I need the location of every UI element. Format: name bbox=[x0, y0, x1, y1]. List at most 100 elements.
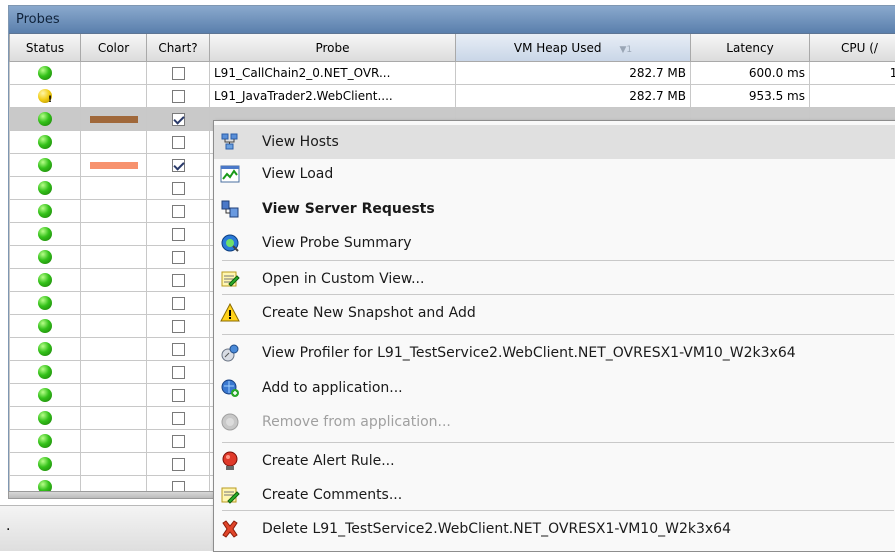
status-cell bbox=[10, 108, 81, 131]
server-requests-icon bbox=[220, 199, 240, 219]
chart-cell bbox=[147, 62, 210, 85]
chart-cell bbox=[147, 407, 210, 430]
menu-item-view-profiler-for-l91-testservice2-webcl[interactable]: View Profiler for L91_TestService2.WebCl… bbox=[214, 336, 895, 370]
status-cell bbox=[10, 223, 81, 246]
status-cell bbox=[10, 384, 81, 407]
chart-checkbox[interactable] bbox=[172, 90, 185, 103]
add-app-icon bbox=[220, 378, 240, 398]
chart-cell bbox=[147, 338, 210, 361]
chart-cell bbox=[147, 223, 210, 246]
status-ok-icon bbox=[38, 296, 52, 310]
color-cell bbox=[81, 476, 147, 493]
status-cell bbox=[10, 177, 81, 200]
delete-icon bbox=[220, 519, 240, 539]
menu-item-delete-l91-testservice2-webclient-net-ov[interactable]: Delete L91_TestService2.WebClient.NET_OV… bbox=[214, 512, 895, 546]
column-header-status[interactable]: Status bbox=[10, 34, 81, 62]
load-chart-icon bbox=[220, 164, 240, 184]
status-ok-icon bbox=[38, 342, 52, 356]
chart-checkbox[interactable] bbox=[172, 136, 185, 149]
remove-app-icon bbox=[220, 412, 240, 432]
chart-checkbox[interactable] bbox=[172, 366, 185, 379]
menu-separator bbox=[222, 442, 894, 443]
color-cell bbox=[81, 315, 147, 338]
status-cell bbox=[10, 292, 81, 315]
chart-cell bbox=[147, 177, 210, 200]
menu-separator bbox=[222, 294, 894, 295]
chart-checkbox[interactable] bbox=[172, 320, 185, 333]
color-cell bbox=[81, 62, 147, 85]
column-header-chart[interactable]: Chart? bbox=[147, 34, 210, 62]
status-cell bbox=[10, 269, 81, 292]
chart-checkbox[interactable] bbox=[172, 412, 185, 425]
status-ok-icon bbox=[38, 227, 52, 241]
chart-cell bbox=[147, 476, 210, 493]
status-cell bbox=[10, 361, 81, 384]
table-row[interactable]: !L91_JavaTrader2.WebClient....282.7 MB95… bbox=[10, 85, 895, 108]
chart-checkbox[interactable] bbox=[172, 67, 185, 80]
chart-checkbox[interactable] bbox=[172, 343, 185, 356]
comments-icon bbox=[220, 485, 240, 505]
status-cell bbox=[10, 246, 81, 269]
chart-checkbox[interactable] bbox=[172, 435, 185, 448]
chart-checkbox[interactable] bbox=[172, 113, 185, 126]
status-ok-icon bbox=[38, 66, 52, 80]
menu-item-view-probe-summary[interactable]: View Probe Summary bbox=[214, 226, 895, 260]
menu-item-create-new-snapshot-and-add[interactable]: Create New Snapshot and Add bbox=[214, 296, 895, 330]
context-menu: View HostsView LoadView Server RequestsV… bbox=[213, 120, 895, 552]
chart-checkbox[interactable] bbox=[172, 182, 185, 195]
chart-checkbox[interactable] bbox=[172, 458, 185, 471]
probe-cell: L91_CallChain2_0.NET_OVR... bbox=[210, 62, 456, 85]
menu-item-view-server-requests[interactable]: View Server Requests bbox=[214, 192, 895, 226]
menu-item-add-to-application[interactable]: Add to application... bbox=[214, 371, 895, 405]
status-ok-icon bbox=[38, 112, 52, 126]
chart-checkbox[interactable] bbox=[172, 205, 185, 218]
menu-item-open-in-custom-view[interactable]: Open in Custom View... bbox=[214, 262, 895, 296]
menu-item-create-alert-rule[interactable]: Create Alert Rule... bbox=[214, 444, 895, 478]
status-cell: ! bbox=[10, 85, 81, 108]
status-cell bbox=[10, 200, 81, 223]
sort-descending-icon: ▼1 bbox=[619, 45, 632, 55]
chart-checkbox[interactable] bbox=[172, 228, 185, 241]
profiler-icon bbox=[220, 343, 240, 363]
menu-item-remove-from-application: Remove from application... bbox=[214, 405, 895, 439]
chart-checkbox[interactable] bbox=[172, 159, 185, 172]
menu-item-create-comments[interactable]: Create Comments... bbox=[214, 478, 895, 512]
status-ok-icon bbox=[38, 135, 52, 149]
color-cell bbox=[81, 453, 147, 476]
menu-separator bbox=[222, 510, 894, 511]
menu-item-view-load[interactable]: View Load bbox=[214, 157, 895, 191]
status-cell bbox=[10, 131, 81, 154]
chart-cell bbox=[147, 154, 210, 177]
chart-checkbox[interactable] bbox=[172, 389, 185, 402]
color-cell bbox=[81, 154, 147, 177]
custom-view-icon bbox=[220, 269, 240, 289]
chart-checkbox[interactable] bbox=[172, 274, 185, 287]
color-cell bbox=[81, 338, 147, 361]
cpu-cell bbox=[810, 85, 895, 108]
chart-checkbox[interactable] bbox=[172, 297, 185, 310]
status-ok-icon bbox=[38, 365, 52, 379]
column-header-latency[interactable]: Latency bbox=[691, 34, 810, 62]
menu-separator bbox=[222, 334, 894, 335]
color-swatch[interactable] bbox=[90, 116, 138, 123]
panel-title: Probes bbox=[9, 6, 895, 34]
status-cell bbox=[10, 453, 81, 476]
color-cell bbox=[81, 177, 147, 200]
menu-item-view-hosts[interactable]: View Hosts bbox=[214, 125, 895, 159]
menu-separator bbox=[222, 260, 894, 261]
table-row[interactable]: L91_CallChain2_0.NET_OVR...282.7 MB600.0… bbox=[10, 62, 895, 85]
status-ok-icon bbox=[38, 204, 52, 218]
chart-checkbox[interactable] bbox=[172, 251, 185, 264]
column-header-vm-heap-used[interactable]: VM Heap Used▼1 bbox=[456, 34, 691, 62]
vm-heap-cell: 282.7 MB bbox=[456, 85, 691, 108]
status-cell bbox=[10, 430, 81, 453]
chart-cell bbox=[147, 315, 210, 338]
column-header-cpu[interactable]: CPU (/ bbox=[810, 34, 895, 62]
status-cell bbox=[10, 62, 81, 85]
latency-cell: 600.0 ms bbox=[691, 62, 810, 85]
column-header-probe[interactable]: Probe bbox=[210, 34, 456, 62]
status-ok-icon bbox=[38, 181, 52, 195]
chart-cell bbox=[147, 246, 210, 269]
column-header-color[interactable]: Color bbox=[81, 34, 147, 62]
color-swatch[interactable] bbox=[90, 162, 138, 169]
